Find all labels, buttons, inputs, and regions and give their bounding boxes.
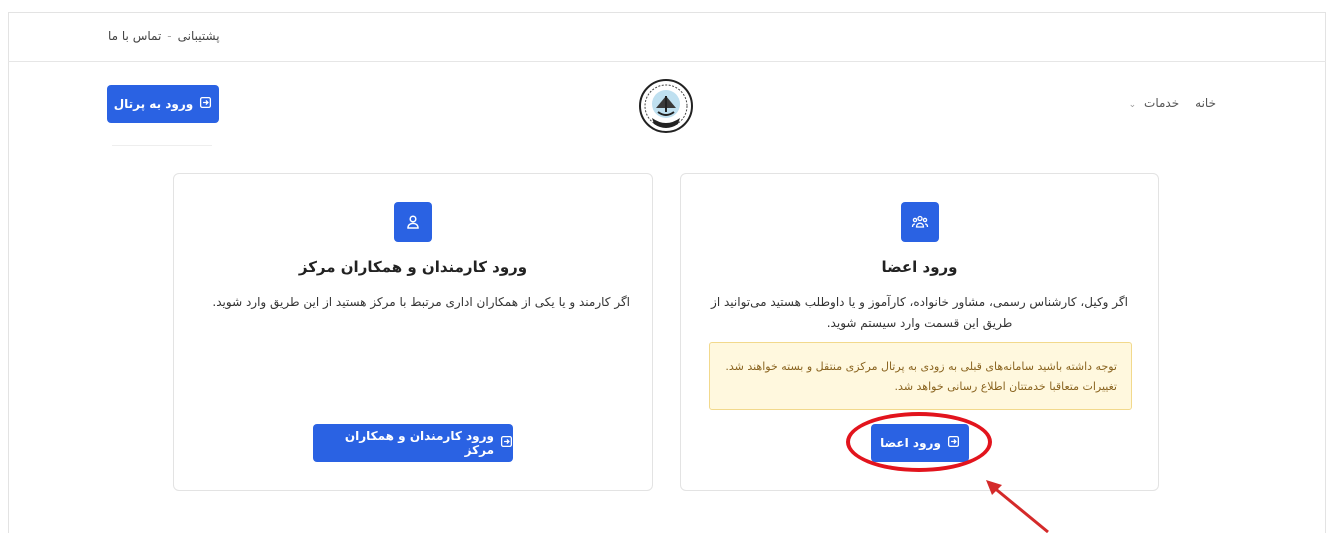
portal-login-label: ورود به پرتال bbox=[113, 97, 194, 111]
user-icon bbox=[394, 202, 432, 242]
annotation-arrow bbox=[986, 480, 1049, 533]
chevron-down-icon: ⌄ bbox=[1128, 100, 1137, 110]
login-icon bbox=[500, 435, 513, 451]
top-bar: پشتیبانی - تماس با ما bbox=[8, 12, 1326, 62]
nav-services-label: خدمات bbox=[1144, 96, 1180, 110]
staff-login-label: ورود کارمندان و همکاران مرکز bbox=[344, 429, 494, 457]
top-links-separator: - bbox=[167, 29, 172, 43]
organization-logo[interactable] bbox=[638, 78, 694, 134]
members-card-description: اگر وکیل، کارشناس رسمی، مشاور خانواده، ک… bbox=[711, 295, 1128, 330]
migration-notice: توجه داشته باشید سامانه‌های قبلی به زودی… bbox=[709, 342, 1132, 410]
nav-services[interactable]: خدمات ⌄ bbox=[1129, 96, 1179, 110]
staff-card-title: ورود کارمندان و همکاران مرکز bbox=[298, 258, 528, 276]
contact-link[interactable]: تماس با ما bbox=[108, 29, 161, 43]
staff-login-card: ورود کارمندان و همکاران مرکز اگر کارمند … bbox=[173, 173, 653, 491]
members-card-title: ورود اعضا bbox=[881, 258, 958, 276]
highlight-circle bbox=[846, 412, 992, 472]
staff-login-button[interactable]: ورود کارمندان و همکاران مرکز bbox=[313, 424, 513, 462]
main-nav: خانه خدمات ⌄ bbox=[1129, 96, 1216, 110]
divider bbox=[112, 145, 212, 146]
portal-login-button[interactable]: ورود به پرتال bbox=[107, 85, 219, 123]
top-links: پشتیبانی - تماس با ما bbox=[108, 29, 220, 43]
users-group-icon bbox=[901, 202, 939, 242]
staff-card-description: اگر کارمند و یا یکی از همکاران اداری مرت… bbox=[212, 295, 630, 309]
support-link[interactable]: پشتیبانی bbox=[178, 29, 220, 43]
login-icon bbox=[199, 96, 212, 112]
nav-home[interactable]: خانه bbox=[1195, 96, 1216, 110]
